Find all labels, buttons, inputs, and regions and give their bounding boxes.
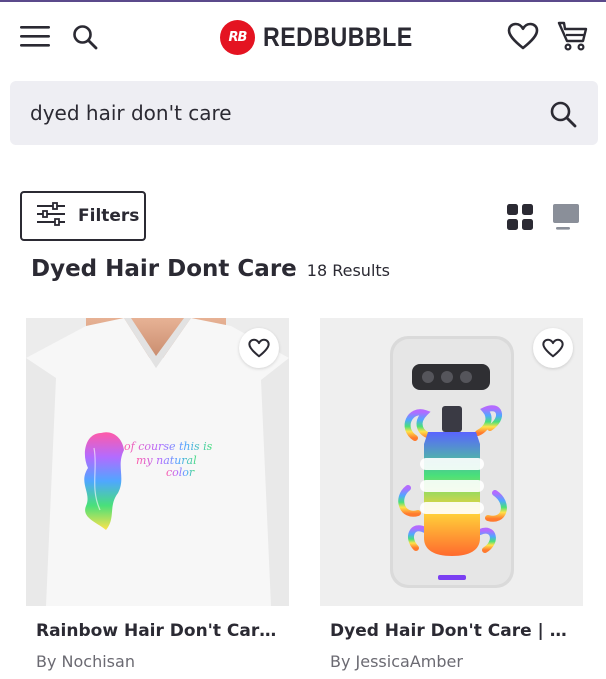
product-artist[interactable]: By JessicaAmber xyxy=(330,652,463,671)
results-count: 18 Results xyxy=(306,261,390,280)
search-input[interactable]: dyed hair don't care xyxy=(30,101,232,125)
product-image[interactable] xyxy=(320,318,583,606)
filters-button[interactable]: Filters xyxy=(20,191,146,241)
results-title: Dyed Hair Dont Care 18 Results xyxy=(31,256,390,282)
favorite-button[interactable] xyxy=(533,328,573,368)
cart-icon[interactable] xyxy=(556,19,590,53)
search-icon[interactable] xyxy=(70,22,100,52)
product-card[interactable]: of course this is my natural color Rainb… xyxy=(26,318,289,671)
search-submit-icon[interactable] xyxy=(548,99,578,129)
menu-icon[interactable] xyxy=(18,22,52,50)
page-title: Dyed Hair Dont Care xyxy=(31,256,297,282)
svg-text:of course this is: of course this is xyxy=(124,440,213,453)
sliders-icon xyxy=(36,202,66,230)
product-title[interactable]: Rainbow Hair Don't Care ... xyxy=(36,621,284,641)
product-title[interactable]: Dyed Hair Don't Care | Co... xyxy=(330,621,578,641)
single-view-icon[interactable] xyxy=(551,203,581,231)
heart-icon xyxy=(542,338,564,358)
heart-icon[interactable] xyxy=(506,20,540,52)
brand-logo[interactable]: RB REDBUBBLE xyxy=(220,19,437,55)
favorite-button[interactable] xyxy=(239,328,279,368)
brand-name: REDBUBBLE xyxy=(263,21,413,52)
site-header: RB REDBUBBLE xyxy=(0,2,606,68)
product-card[interactable]: Dyed Hair Don't Care | Co... By JessicaA… xyxy=(320,318,583,671)
product-artist[interactable]: By Nochisan xyxy=(36,652,135,671)
search-bar[interactable]: dyed hair don't care xyxy=(10,81,598,145)
grid-view-icon[interactable] xyxy=(506,203,534,231)
heart-icon xyxy=(248,338,270,358)
svg-text:color: color xyxy=(166,466,195,479)
brand-mark-icon: RB xyxy=(220,19,255,55)
product-image[interactable]: of course this is my natural color xyxy=(26,318,289,606)
filters-label: Filters xyxy=(78,206,140,226)
